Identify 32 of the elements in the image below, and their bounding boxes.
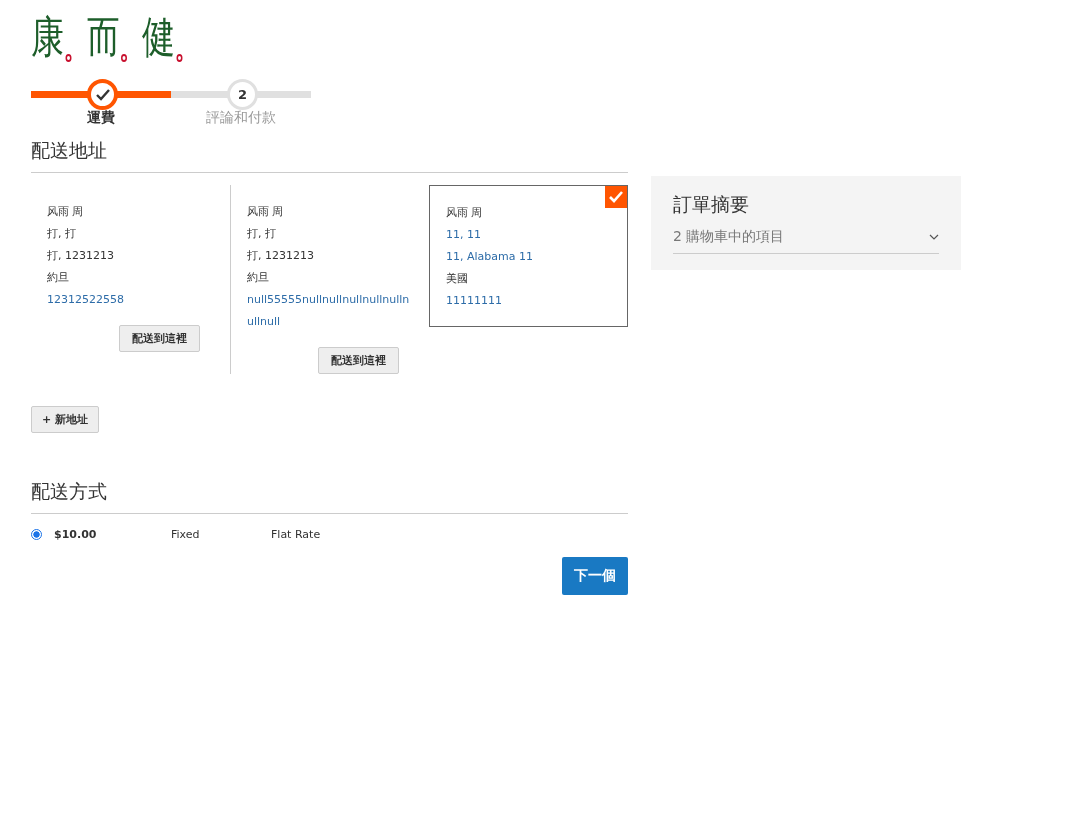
summary-title: 訂單摘要	[673, 192, 750, 217]
ship-here-button[interactable]: 配送到這裡	[119, 325, 200, 352]
next-button[interactable]: 下一個	[562, 557, 628, 595]
address-line: 打, 1231213	[47, 248, 115, 264]
logo: 康 而 健	[31, 8, 183, 66]
price: $10.00	[54, 528, 98, 541]
address-line: 約旦	[247, 270, 270, 286]
address-line: 美國	[446, 271, 469, 287]
address-line: 11, 11	[446, 227, 482, 243]
radio-button[interactable]	[31, 529, 42, 540]
address-line: 风雨 周	[247, 204, 285, 220]
address-line: 12312522558	[47, 292, 125, 308]
section-title: 配送地址	[31, 136, 628, 173]
address-line: 打, 打	[47, 226, 77, 242]
carrier-name: Flat Rate	[271, 528, 321, 541]
step-number: 2	[227, 79, 258, 110]
step-label[interactable]: 運費	[31, 109, 171, 127]
ship-here-button[interactable]: 配送到這裡	[318, 347, 399, 374]
address-line: 約旦	[47, 270, 70, 286]
address-line: 11, Alabama 11	[446, 249, 534, 265]
address-line: 11111111	[446, 293, 503, 309]
address-line: 打, 打	[247, 226, 277, 242]
section-title: 配送方式	[31, 477, 628, 514]
cart-items-toggle[interactable]: 2 購物車中的項目	[673, 228, 939, 254]
address-line: 风雨 周	[446, 205, 484, 221]
address-line: 风雨 周	[47, 204, 85, 220]
cart-items-count: 2 購物車中的項目	[673, 228, 785, 246]
new-address-button[interactable]: + 新地址	[31, 406, 100, 433]
address-line: null55555nullnullnullnullnullnullnull	[247, 292, 411, 330]
address-line: 打, 1231213	[247, 248, 315, 264]
method-name: Fixed	[171, 528, 201, 541]
checkmark-icon	[605, 186, 627, 208]
